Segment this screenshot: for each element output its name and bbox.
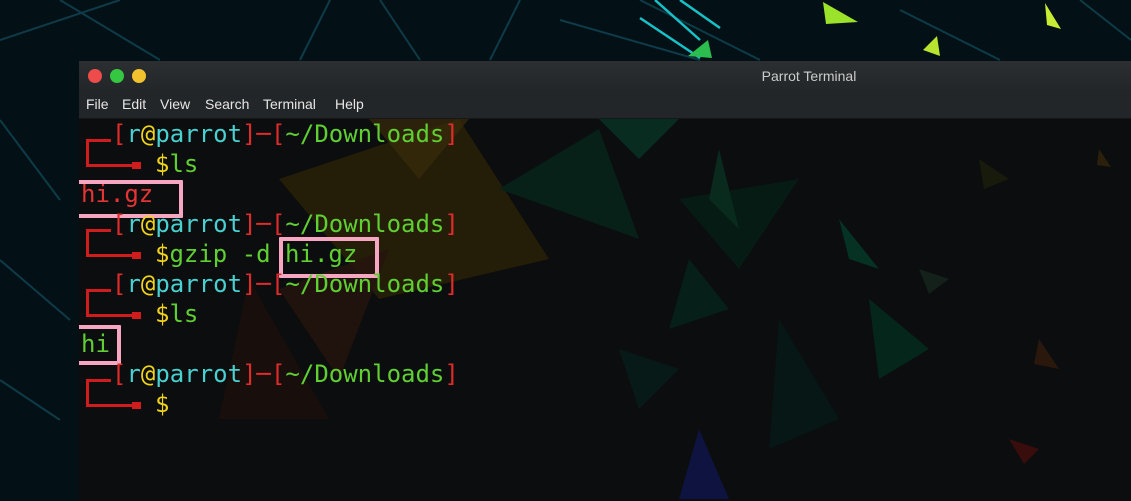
menu-view[interactable]: View: [160, 96, 190, 112]
menu-terminal[interactable]: Terminal: [263, 96, 316, 112]
prompt-corner: [86, 139, 141, 169]
terminal-output[interactable]: [r@parrot]─[~/Downloads] $ls hi.gz [r@pa…: [79, 119, 1131, 501]
prompt-line: [r@parrot]─[~/Downloads]: [112, 120, 459, 148]
prompt-corner: [86, 289, 141, 319]
menu-file[interactable]: File: [86, 96, 109, 112]
prompt-line: [r@parrot]─[~/Downloads]: [112, 210, 459, 238]
title-bar[interactable]: Parrot Terminal: [79, 61, 1131, 91]
prompt-corner: [86, 379, 141, 409]
prompt-corner: [86, 229, 141, 259]
window-title: Parrot Terminal: [761, 68, 857, 84]
command-line[interactable]: $: [155, 389, 169, 419]
prompt-line: [r@parrot]─[~/Downloads]: [112, 360, 459, 388]
menu-search[interactable]: Search: [205, 96, 249, 112]
prompt-line: [r@parrot]─[~/Downloads]: [112, 270, 459, 298]
menu-help[interactable]: Help: [335, 96, 364, 112]
command-line: $ls: [155, 150, 199, 178]
command-line: $ls: [155, 300, 199, 328]
terminal-background-art: [219, 119, 1111, 499]
menu-edit[interactable]: Edit: [122, 96, 146, 112]
terminal-window: Parrot Terminal File Edit View Search Te…: [79, 61, 1131, 501]
menu-bar: File Edit View Search Terminal Help: [79, 91, 1131, 119]
